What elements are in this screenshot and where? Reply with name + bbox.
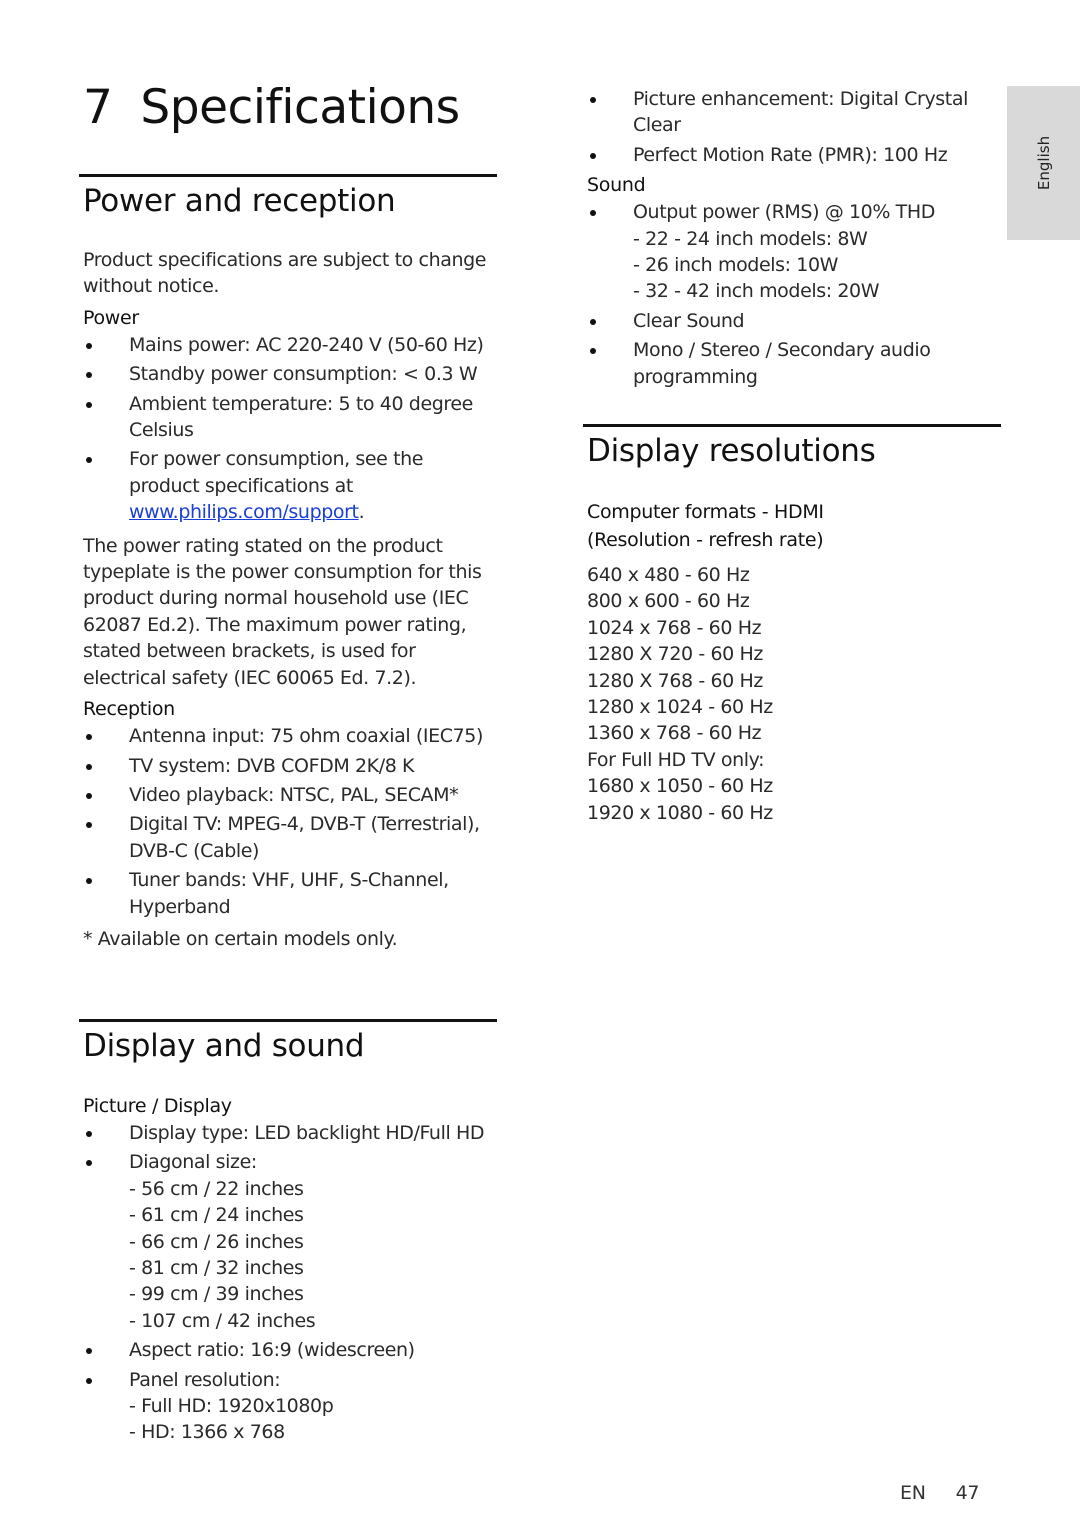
diagonal-size: - 61 cm / 24 inches (129, 1204, 304, 1227)
resolution-row: 1920 x 1080 - 60 Hz (587, 801, 773, 824)
resolution-row: 1680 x 1050 - 60 Hz (587, 775, 773, 798)
list-item: Panel resolution: - Full HD: 1920x1080p … (83, 1367, 497, 1446)
list-item: Antenna input: 75 ohm coaxial (IEC75) (83, 723, 497, 749)
list-item: Diagonal size: - 56 cm / 22 inches - 61 … (83, 1149, 497, 1334)
list-item: Mains power: AC 220-240 V (50-60 Hz) (83, 332, 497, 358)
list-item: Standby power consumption: < 0.3 W (83, 361, 497, 387)
section-title: Display and sound (83, 1028, 365, 1064)
output-power-level: - 26 inch models: 10W (633, 254, 839, 277)
list-item: Output power (RMS) @ 10% THD - 22 - 24 i… (587, 199, 1001, 305)
punctuation: . (358, 501, 365, 524)
panel-resolution: - Full HD: 1920x1080p (129, 1395, 334, 1418)
chapter-title-text: Specifications (140, 80, 460, 135)
subheading-picture-display: Picture / Display (83, 1095, 232, 1117)
intro-paragraph: Product specifications are subject to ch… (83, 249, 487, 298)
footer-language: EN (900, 1482, 926, 1504)
section-display-sound: Display and sound Picture / Display Disp… (79, 1019, 497, 1449)
section-divider (79, 1019, 497, 1022)
resolution-row: 1360 x 768 - 60 Hz (587, 722, 762, 745)
reception-list: Antenna input: 75 ohm coaxial (IEC75) TV… (83, 723, 497, 920)
picture-list-continued: Picture enhancement: Digital Crystal Cle… (587, 86, 1001, 168)
output-power-level: - 22 - 24 inch models: 8W (633, 227, 868, 250)
power-rating-paragraph: The power rating stated on the product t… (83, 534, 482, 689)
diagonal-label: Diagonal size: (129, 1151, 257, 1174)
page-number: 47 (955, 1482, 980, 1504)
language-tab: English (1007, 86, 1080, 240)
subheading-computer-formats: Computer formats - HDMI (Resolution - re… (587, 501, 824, 551)
list-item: Ambient temperature: 5 to 40 degree Cels… (83, 391, 497, 444)
chapter-number: 7 (83, 80, 113, 135)
list-item: Aspect ratio: 16:9 (widescreen) (83, 1337, 497, 1363)
resolution-row: 1280 x 1024 - 60 Hz (587, 696, 773, 719)
subheading-sound: Sound (587, 174, 646, 197)
power-list: Mains power: AC 220-240 V (50-60 Hz) Sta… (83, 332, 497, 526)
picture-list: Display type: LED backlight HD/Full HD D… (83, 1120, 497, 1446)
support-link[interactable]: www.philips.com/support (129, 501, 359, 523)
panel-label: Panel resolution: (129, 1368, 281, 1391)
sound-list: Output power (RMS) @ 10% THD - 22 - 24 i… (587, 199, 1001, 390)
section-power-reception: Power and reception Product specificatio… (79, 174, 497, 952)
diagonal-size: - 56 cm / 22 inches (129, 1177, 304, 1200)
section-divider (79, 174, 497, 177)
resolution-note: For Full HD TV only: (587, 748, 765, 771)
diagonal-size: - 107 cm / 42 inches (129, 1309, 316, 1332)
list-item: Display type: LED backlight HD/Full HD (83, 1120, 497, 1146)
chapter-title: 7 Specifications (83, 78, 460, 138)
subheading-reception: Reception (83, 698, 175, 721)
list-item: Digital TV: MPEG-4, DVB-T (Terrestrial),… (83, 811, 497, 864)
output-power-level: - 32 - 42 inch models: 20W (633, 280, 880, 303)
list-item: For power consumption, see the product s… (83, 446, 497, 525)
section-title: Display resolutions (587, 433, 876, 469)
output-power-label: Output power (RMS) @ 10% THD (633, 201, 935, 224)
diagonal-size: - 99 cm / 39 inches (129, 1283, 304, 1306)
panel-resolution: - HD: 1366 x 768 (129, 1421, 285, 1444)
footnote: * Available on certain models only. (83, 927, 398, 950)
list-item: Perfect Motion Rate (PMR): 100 Hz (587, 142, 1001, 168)
resolution-row: 800 x 600 - 60 Hz (587, 590, 750, 613)
list-item: Video playback: NTSC, PAL, SECAM* (83, 782, 497, 808)
page-footer: EN 47 (900, 1482, 979, 1504)
list-item: Picture enhancement: Digital Crystal Cle… (587, 86, 1001, 139)
resolution-list: 640 x 480 - 60 Hz 800 x 600 - 60 Hz 1024… (587, 562, 1001, 826)
list-item: Tuner bands: VHF, UHF, S-Channel, Hyperb… (83, 867, 497, 920)
resolution-row: 1280 X 720 - 60 Hz (587, 643, 763, 666)
resolution-row: 1280 X 768 - 60 Hz (587, 669, 763, 692)
diagonal-size: - 81 cm / 32 inches (129, 1257, 304, 1280)
display-sound-continued: Picture enhancement: Digital Crystal Cle… (587, 86, 1001, 393)
language-tab-label: English (1034, 135, 1053, 191)
list-item: Clear Sound (587, 308, 1001, 334)
list-item: TV system: DVB COFDM 2K/8 K (83, 753, 497, 779)
subheading-power: Power (83, 306, 139, 329)
section-display-resolutions: Display resolutions Computer formats - H… (583, 424, 1001, 826)
section-title: Power and reception (83, 183, 396, 219)
consumption-text: For power consumption, see the product s… (129, 448, 424, 497)
resolution-row: 1024 x 768 - 60 Hz (587, 616, 762, 639)
section-divider (583, 424, 1001, 427)
resolution-row: 640 x 480 - 60 Hz (587, 564, 750, 586)
list-item: Mono / Stereo / Secondary audio programm… (587, 337, 1001, 390)
diagonal-size: - 66 cm / 26 inches (129, 1230, 304, 1253)
